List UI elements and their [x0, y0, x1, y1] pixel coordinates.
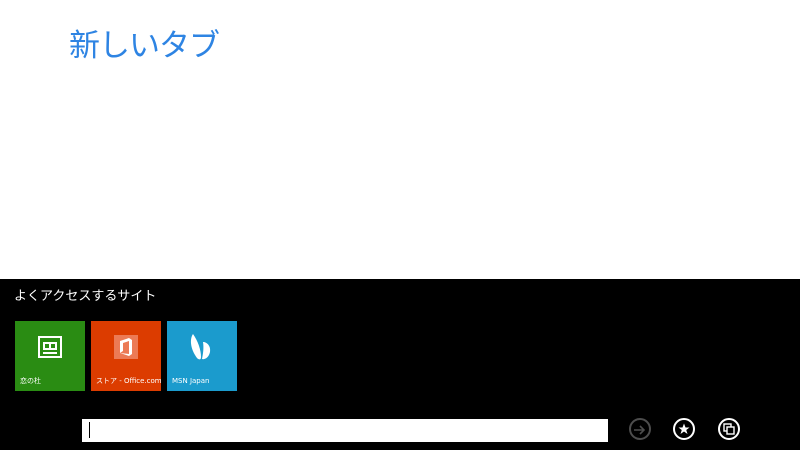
text-cursor — [89, 422, 90, 438]
page-title: 新しいタブ — [69, 28, 220, 64]
tile-koinomori[interactable]: 恋の杜 — [15, 321, 85, 391]
tile-office-store[interactable]: ストア - Office.com — [91, 321, 162, 391]
msn-butterfly-icon — [167, 331, 237, 363]
star-icon — [678, 420, 690, 439]
tile-msn-japan[interactable]: MSN Japan — [167, 321, 237, 391]
frequent-sites-heading: よくアクセスするサイト — [14, 289, 157, 304]
arrow-right-icon — [634, 420, 646, 439]
tile-label: 恋の杜 — [20, 377, 41, 385]
tabs-button[interactable] — [718, 418, 740, 440]
app-bar: よくアクセスするサイト 恋の杜 ストア - Office.com MSN Jap… — [0, 279, 800, 450]
go-button[interactable] — [629, 418, 651, 440]
favorites-button[interactable] — [673, 418, 695, 440]
tile-label: ストア - Office.com — [96, 377, 162, 385]
address-input[interactable] — [82, 419, 608, 442]
tabs-icon — [723, 420, 735, 439]
bookmark-card-icon — [15, 331, 85, 363]
office-logo-icon — [91, 331, 161, 363]
tile-label: MSN Japan — [172, 377, 210, 385]
